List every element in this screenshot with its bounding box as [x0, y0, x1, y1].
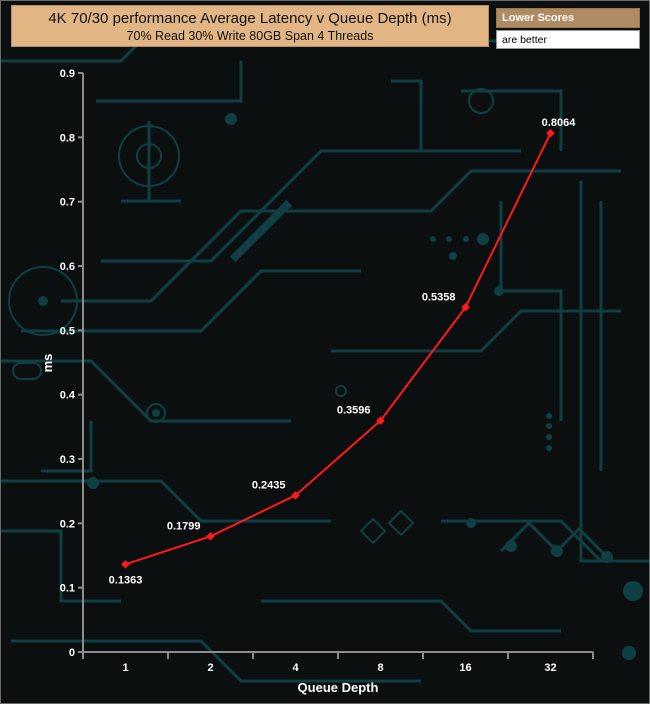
- data-label: 0.2435: [252, 479, 286, 491]
- y-tick-label: 0.9: [60, 68, 75, 80]
- y-tick-label: 0.5: [60, 325, 75, 337]
- y-tick-label: 0.3: [60, 454, 75, 466]
- y-tick-label: 0: [69, 647, 75, 659]
- x-tick-label: 2: [207, 662, 213, 674]
- chart-frame: 4K 70/30 performance Average Latency v Q…: [0, 0, 650, 704]
- x-tick-label: 8: [377, 662, 383, 674]
- data-point: [546, 128, 555, 138]
- x-axis-label: Queue Depth: [298, 680, 379, 695]
- data-label: 0.3596: [337, 405, 371, 417]
- data-point: [121, 560, 130, 569]
- data-label: 0.1363: [109, 574, 143, 586]
- series-line: [125, 132, 552, 566]
- y-tick-label: 0.4: [60, 390, 76, 402]
- x-tick-label: 16: [459, 662, 471, 674]
- y-tick-label: 0.7: [60, 197, 75, 209]
- y-tick-label: 0.1: [60, 583, 75, 595]
- y-tick-label: 0.8: [60, 132, 75, 144]
- y-tick-label: 0.6: [60, 261, 75, 273]
- data-label: 0.8064: [542, 117, 577, 129]
- y-axis-label: ms: [40, 354, 55, 373]
- x-tick-label: 1: [122, 662, 128, 674]
- x-tick-label: 4: [292, 662, 299, 674]
- y-tick-label: 0.2: [60, 518, 75, 530]
- data-label: 0.5358: [422, 291, 456, 303]
- latency-chart: 0 0.1 0.2 0.3 0.4 0.5 0.6 0.7 0.8 0.9 1 2 4 8 16 32 0.1…: [40, 68, 594, 695]
- data-label: 0.1799: [167, 520, 201, 532]
- x-tick-label: 32: [544, 662, 556, 674]
- data-point: [206, 532, 215, 541]
